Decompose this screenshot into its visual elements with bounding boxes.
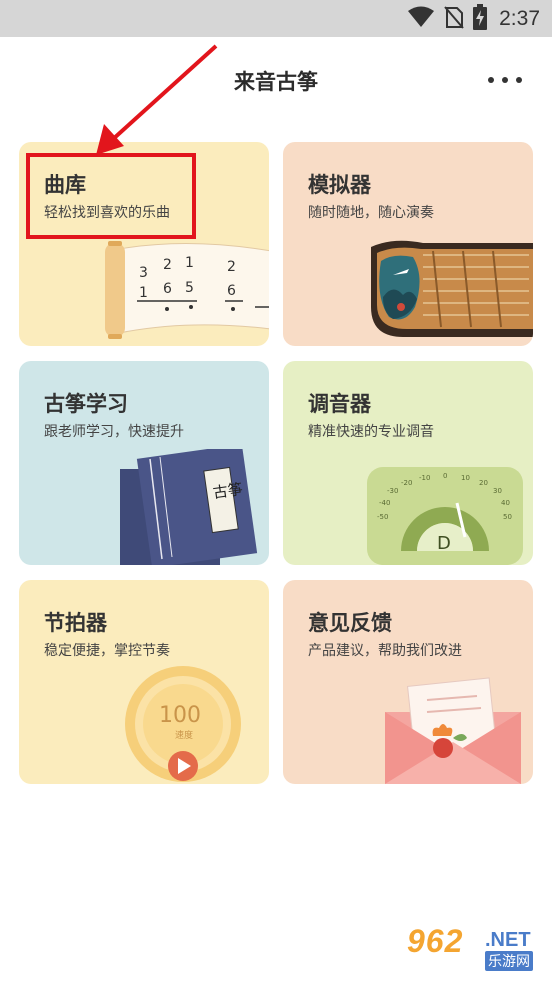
card-subtitle: 跟老师学习，快速提升 (44, 424, 184, 440)
score-digit: 6 (163, 281, 172, 297)
card-subtitle: 稳定便捷，掌控节奏 (44, 643, 170, 659)
metronome-dial-icon: 100 速度 (125, 666, 241, 782)
book-icon: 古筝 (120, 449, 258, 565)
tuner-scale-label: 30 (493, 487, 502, 495)
page-title: 来音古筝 (234, 70, 318, 94)
score-digit: 6 (227, 283, 236, 299)
tuner-note: D (437, 533, 451, 554)
card-title: 模拟器 (308, 173, 371, 197)
score-digit: 1 (185, 255, 194, 271)
score-digit: 2 (163, 257, 172, 273)
card-title: 古筝学习 (44, 392, 128, 416)
no-sim-icon (443, 5, 465, 33)
tuner-scale-label: 0 (443, 472, 447, 480)
card-feedback[interactable]: 意见反馈 产品建议，帮助我们改进 (283, 580, 533, 784)
battery-charging-icon (473, 4, 488, 34)
score-digit: 3 (139, 265, 148, 281)
score-digit: 5 (185, 280, 194, 296)
score-digit: 1 (139, 285, 148, 301)
tuner-scale-label: -40 (379, 499, 390, 507)
card-subtitle: 产品建议，帮助我们改进 (308, 643, 462, 659)
highlight-box (26, 153, 196, 239)
tuner-scale-label: -30 (387, 487, 398, 495)
metronome-bpm-label: 速度 (175, 729, 193, 741)
score-digit: 2 (227, 259, 236, 275)
tuner-scale-label: -10 (419, 474, 430, 482)
tuner-scale-label: -20 (401, 479, 412, 487)
card-metronome[interactable]: 节拍器 稳定便捷，掌控节奏 100 速度 (19, 580, 269, 784)
status-bar: 2:37 (0, 0, 552, 37)
card-learn[interactable]: 古筝学习 跟老师学习，快速提升 古筝 (19, 361, 269, 565)
tuner-scale-label: 40 (501, 499, 510, 507)
wifi-icon (407, 6, 435, 32)
card-tuner[interactable]: 调音器 精准快速的专业调音 -50 -40 -30 -20 -10 0 10 2… (283, 361, 533, 565)
tuner-scale-label: 10 (461, 474, 470, 482)
guzheng-instrument-icon (371, 240, 533, 337)
site-watermark: 962 .NET 乐游网 (407, 923, 542, 973)
card-subtitle: 精准快速的专业调音 (308, 424, 434, 440)
card-subtitle: 随时随地，随心演奏 (308, 205, 434, 221)
card-title: 意见反馈 (308, 611, 392, 635)
envelope-icon (385, 677, 521, 784)
card-title: 调音器 (308, 392, 371, 416)
tuner-scale-label: 20 (479, 479, 488, 487)
more-dots-icon[interactable] (488, 68, 522, 92)
card-simulator[interactable]: 模拟器 随时随地，随心演奏 (283, 142, 533, 346)
watermark-net: .NET (485, 929, 531, 951)
app-header: 来音古筝 (0, 56, 552, 104)
watermark-number: 962 (407, 923, 464, 959)
clock-time: 2:37 (499, 7, 540, 30)
tuner-scale-label: 50 (503, 513, 512, 521)
tuner-dial-icon: -50 -40 -30 -20 -10 0 10 20 30 40 50 D (367, 467, 523, 565)
tuner-scale-label: -50 (377, 513, 388, 521)
score-scroll-icon: 3 2 1 2 1 6 5 6 (105, 241, 269, 339)
watermark-cn: 乐游网 (485, 951, 533, 971)
card-title: 节拍器 (44, 611, 107, 635)
metronome-bpm: 100 (159, 703, 201, 728)
